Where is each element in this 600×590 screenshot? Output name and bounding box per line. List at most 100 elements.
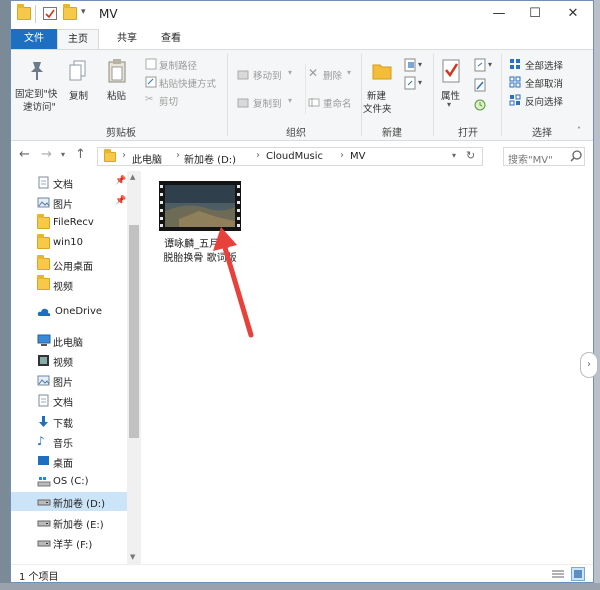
search-icon[interactable] [570, 149, 582, 166]
select-all-label[interactable]: 全部选择 [525, 58, 563, 72]
nav-item-pictures[interactable]: 图片 📌 [11, 193, 127, 212]
history-icon[interactable] [473, 98, 487, 115]
crumb-drive-d[interactable]: 新加卷 (D:) [184, 151, 236, 166]
address-bar[interactable]: › 此电脑 › 新加卷 (D:) › CloudMusic › MV ▾ ↻ [97, 147, 483, 166]
easy-access-icon[interactable] [403, 76, 417, 93]
move-to-icon[interactable] [237, 68, 249, 83]
pin-icon[interactable]: 📌 [115, 176, 126, 186]
paste-shortcut-icon[interactable] [145, 76, 157, 91]
properties-dropdown-icon[interactable]: ▾ [447, 100, 451, 109]
tab-view[interactable]: 查看 [151, 29, 191, 49]
back-arrow-icon[interactable]: ← [19, 147, 30, 162]
paste-shortcut-label[interactable]: 粘贴快捷方式 [159, 76, 216, 90]
nav-item-drive-c[interactable]: OS (C:) [11, 473, 127, 492]
details-view-icon[interactable] [551, 568, 565, 582]
pin-quick-access-label-2[interactable]: 速访问" [23, 99, 56, 113]
nav-item-pc-videos[interactable]: 视频 [11, 351, 127, 370]
search-box[interactable]: 搜索"MV" [503, 147, 585, 166]
quick-access-dropdown-icon[interactable]: ▾ [81, 7, 86, 17]
nav-item-this-pc[interactable]: 此电脑 [11, 331, 127, 350]
nav-item-documents[interactable]: 文档 📌 [11, 173, 127, 192]
nav-item-win10[interactable]: win10 [11, 234, 127, 253]
nav-item-videos[interactable]: 视频 [11, 275, 127, 294]
large-icons-view-icon[interactable] [571, 567, 585, 581]
copy-label[interactable]: 复制 [69, 88, 88, 102]
nav-item-label: 视频 [53, 358, 73, 369]
paste-label[interactable]: 粘贴 [107, 88, 126, 102]
refresh-icon[interactable]: ↻ [466, 149, 475, 162]
select-none-icon[interactable] [509, 76, 521, 91]
cut-icon[interactable]: ✂ [145, 94, 153, 105]
open-icon[interactable] [473, 58, 487, 75]
pin-icon[interactable] [27, 60, 47, 85]
nav-item-drive-d[interactable]: 新加卷 (D:) [11, 492, 127, 511]
copy-to-icon[interactable] [237, 96, 249, 111]
rename-label[interactable]: 重命名 [323, 96, 352, 110]
nav-item-drive-e[interactable]: 新加卷 (E:) [11, 513, 127, 532]
forward-arrow-icon[interactable]: → [41, 147, 52, 162]
tab-file[interactable]: 文件 [11, 29, 57, 49]
new-folder-label[interactable]: 新建 [367, 88, 386, 102]
nav-scrollbar-thumb[interactable] [129, 225, 139, 438]
paste-icon[interactable] [107, 58, 127, 87]
scroll-down-icon[interactable]: ▼ [130, 553, 135, 561]
copy-path-icon[interactable] [145, 58, 157, 73]
crumb-mv[interactable]: MV [350, 151, 365, 162]
tab-share[interactable]: 共享 [107, 29, 147, 49]
nav-item-filerecv[interactable]: FileRecv [11, 214, 127, 233]
nav-item-desktop[interactable]: 桌面 [11, 452, 127, 471]
properties-check-icon[interactable] [43, 7, 57, 20]
invert-selection-icon[interactable] [509, 94, 521, 109]
properties-icon[interactable] [441, 58, 463, 87]
document-icon [37, 176, 50, 189]
select-all-icon[interactable] [509, 58, 521, 73]
delete-dropdown-icon[interactable]: ▾ [347, 68, 351, 77]
side-panel-toggle-icon[interactable]: › [580, 352, 598, 378]
pin-quick-access-label[interactable]: 固定到"快 [15, 86, 57, 100]
new-folder-icon[interactable] [371, 60, 393, 85]
nav-item-label: 图片 [53, 200, 73, 211]
copy-to-dropdown-icon[interactable]: ▾ [288, 96, 292, 105]
rename-icon[interactable] [308, 96, 320, 111]
pin-icon[interactable]: 📌 [115, 196, 126, 206]
new-folder-quick-icon[interactable] [63, 4, 77, 20]
status-bar: 1 个项目 [11, 564, 593, 582]
tab-home[interactable]: 主页 [57, 29, 99, 49]
ribbon-separator [433, 54, 434, 136]
nav-item-pc-documents[interactable]: 文档 [11, 391, 127, 410]
scroll-up-icon[interactable]: ▲ [130, 173, 135, 181]
delete-icon[interactable]: ✕ [308, 66, 318, 80]
delete-label[interactable]: 删除 [323, 68, 342, 82]
new-item-dropdown-icon[interactable]: ▾ [418, 60, 422, 69]
nav-item-downloads[interactable]: 下载 [11, 412, 127, 431]
nav-item-music[interactable]: ♪ 音乐 [11, 432, 127, 451]
new-item-icon[interactable] [403, 58, 417, 75]
nav-item-public-desktop[interactable]: 公用桌面 [11, 255, 127, 274]
invert-selection-label[interactable]: 反向选择 [525, 94, 563, 108]
copy-icon[interactable] [69, 60, 87, 85]
crumb-this-pc[interactable]: 此电脑 [132, 151, 162, 166]
move-to-label[interactable]: 移动到 [253, 68, 282, 82]
minimize-button[interactable]: — [489, 5, 509, 23]
up-arrow-icon[interactable]: ↑ [75, 147, 86, 162]
copy-to-label[interactable]: 复制到 [253, 96, 282, 110]
edit-icon[interactable] [473, 78, 487, 95]
recent-locations-icon[interactable]: ▾ [61, 150, 65, 159]
address-dropdown-icon[interactable]: ▾ [452, 151, 456, 160]
nav-item-drive-f[interactable]: 洋芋 (F:) [11, 533, 127, 552]
cut-label[interactable]: 剪切 [159, 94, 178, 108]
new-folder-label-2[interactable]: 文件夹 [363, 101, 392, 115]
copy-path-label[interactable]: 复制路径 [159, 58, 197, 72]
open-dropdown-icon[interactable]: ▾ [488, 60, 492, 69]
move-to-dropdown-icon[interactable]: ▾ [288, 68, 292, 77]
crumb-cloudmusic[interactable]: CloudMusic [266, 151, 323, 162]
easy-access-dropdown-icon[interactable]: ▾ [418, 78, 422, 87]
ribbon-collapse-icon[interactable]: ˄ [577, 126, 581, 135]
select-none-label[interactable]: 全部取消 [525, 76, 563, 90]
nav-item-pc-pictures[interactable]: 图片 [11, 371, 127, 390]
close-button[interactable]: ✕ [563, 5, 583, 23]
cloud-icon [37, 306, 51, 318]
picture-icon [37, 196, 50, 208]
maximize-button[interactable]: ☐ [525, 5, 545, 23]
nav-item-onedrive[interactable]: OneDrive [11, 303, 127, 322]
